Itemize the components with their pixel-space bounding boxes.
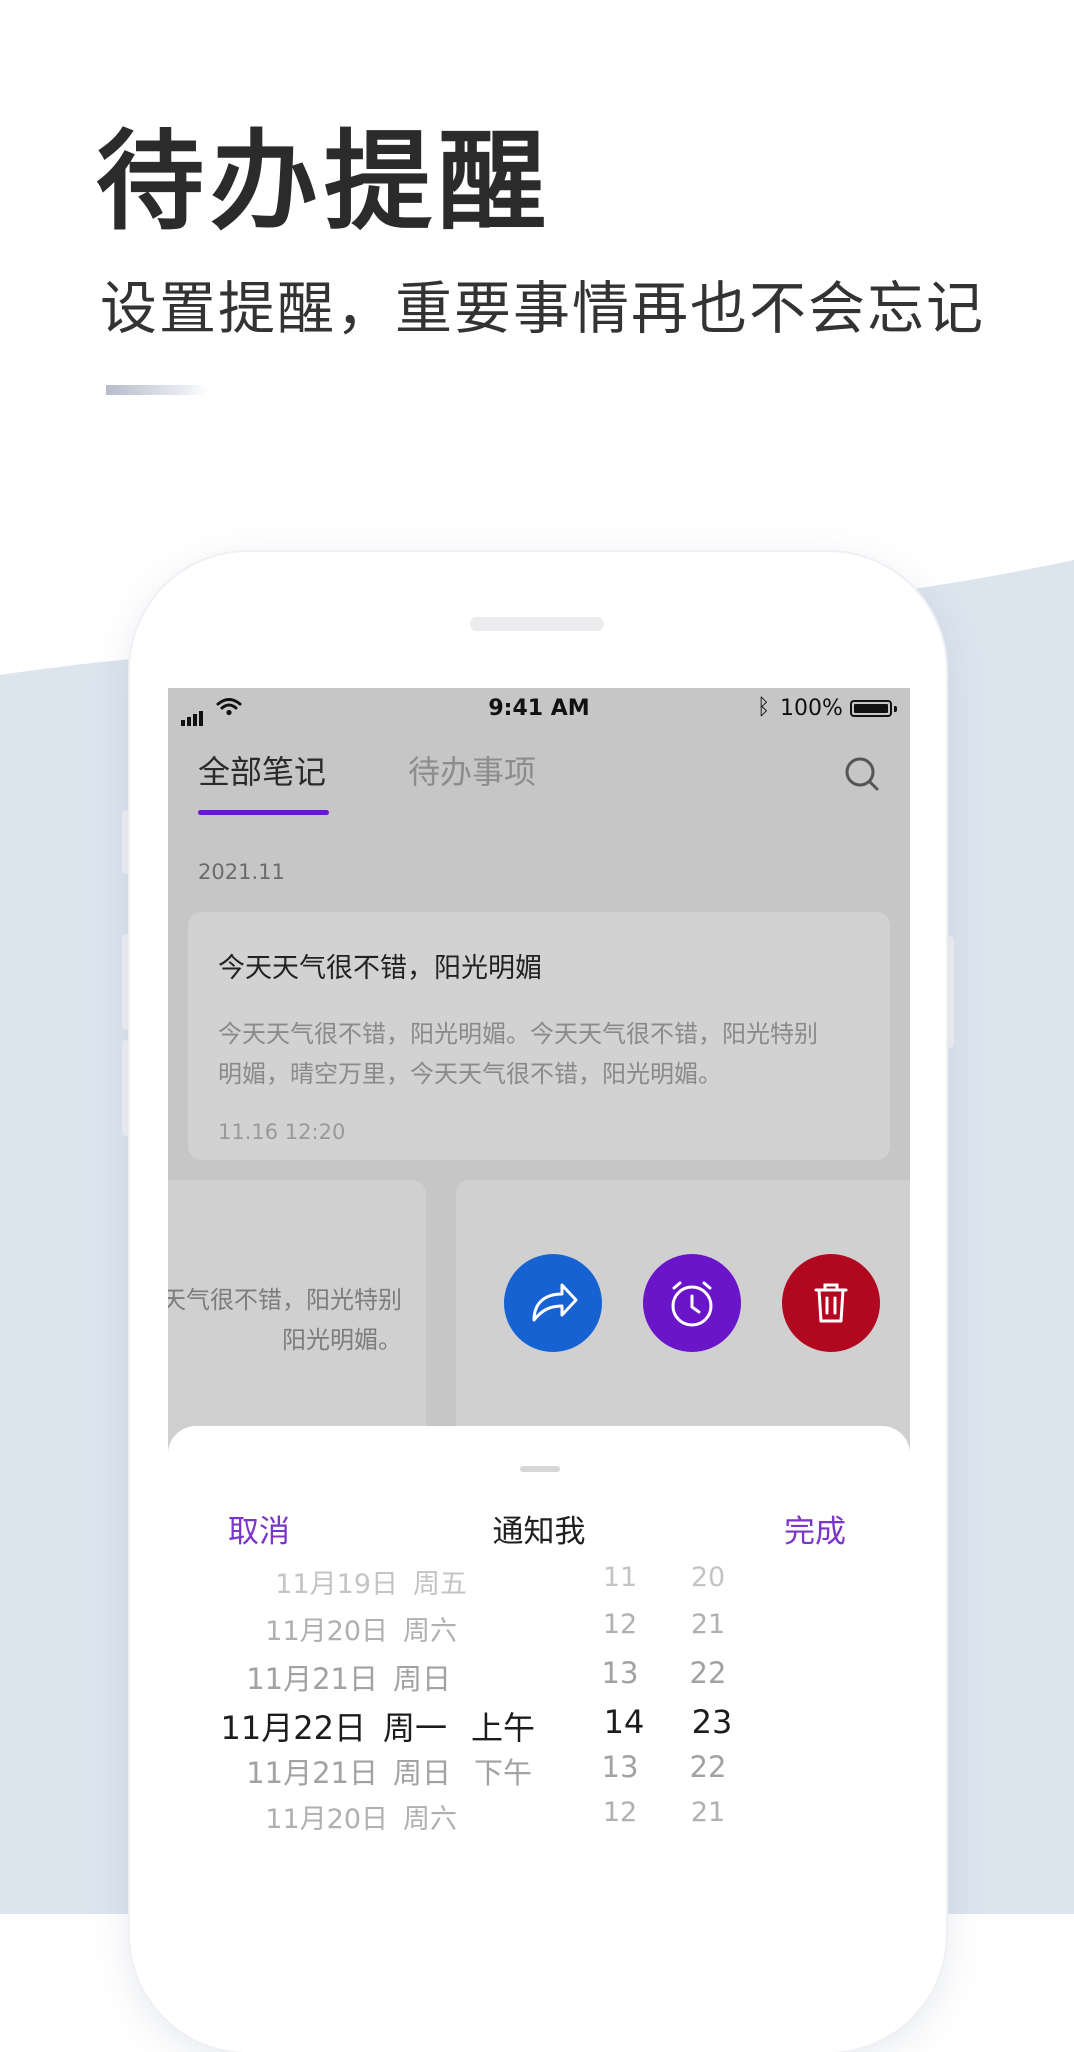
picker-row[interactable]: 11月21日 周日 13 22 [168,1656,910,1706]
share-icon [532,1283,578,1322]
status-bar: 9:41 AM ᛒ 100% [168,688,910,728]
note-body-line: 阳光明媚。 [282,1326,402,1354]
picker-date: 11月19日 [275,1569,398,1600]
picker-hour: 13 [601,1750,639,1784]
tab-all-notes[interactable]: 全部笔记 [198,750,326,794]
cancel-button[interactable]: 取消 [228,1506,290,1551]
picker-weekday: 周六 [403,1804,457,1835]
picker-minute: 21 [690,1609,726,1640]
search-icon[interactable] [842,754,882,794]
note-body: 今天天气很不错，阳光明媚。今天天气很不错，阳光特别 明媚，晴空万里，今天天气很不… [218,1014,878,1094]
picker-row[interactable]: 11月20日 周六 12 21 [168,1609,910,1659]
picker-weekday: 周六 [403,1616,457,1647]
battery-icon [850,700,892,717]
picker-row[interactable]: 11月22日 周一 上午 14 23 [168,1703,910,1753]
sheet-drag-handle[interactable] [520,1466,560,1472]
reminder-sheet: 通知我 取消 完成 11月19日 周五 11 20 11月20日 周六 12 21 11月21日… [168,1426,910,1928]
picker-minute: 22 [689,1656,727,1690]
picker-hour: 12 [602,1609,638,1640]
picker-row[interactable]: 11月19日 周五 11 20 [168,1562,910,1612]
picker-minute: 20 [690,1562,726,1593]
picker-date: 11月20日 [265,1616,388,1647]
note-body-line: 天气很不错，阳光特别 [168,1286,402,1314]
date-group-label: 2021.11 [198,860,285,884]
note-body-line: 今天天气很不错，阳光明媚。今天天气很不错，阳光特别 [218,1020,818,1048]
picker-ampm: 上午 [470,1709,535,1747]
picker-date: 11月21日 [246,1662,378,1696]
headline: 待办提醒 [96,120,553,245]
picker-row[interactable]: 11月21日 周日 下午 13 22 [168,1750,910,1800]
picker-date: 11月20日 [265,1804,388,1835]
delete-button[interactable] [782,1254,880,1352]
picker-hour: 12 [602,1797,638,1828]
accent-bar [106,385,210,395]
note-body-line: 明媚，晴空万里，今天天气很不错，阳光明媚。 [218,1060,722,1088]
picker-row[interactable]: 11月20日 周六 12 21 [168,1797,910,1847]
picker-date: 11月22日 [220,1709,366,1747]
note-card[interactable]: 今天天气很不错，阳光明媚 今天天气很不错，阳光明媚。今天天气很不错，阳光特别 明… [188,912,890,1160]
picker-weekday: 周一 [383,1709,448,1747]
picker-hour: 14 [603,1703,645,1741]
done-button[interactable]: 完成 [784,1506,846,1551]
picker-minute: 21 [690,1797,726,1828]
share-button[interactable] [504,1254,602,1352]
picker-weekday: 周五 [413,1569,467,1600]
tab-todo[interactable]: 待办事项 [408,750,536,794]
subheadline: 设置提醒，重要事情再也不会忘记 [100,276,985,342]
picker-minute: 22 [689,1750,727,1784]
picker-weekday: 周日 [393,1756,452,1790]
phone-speaker [470,617,604,631]
phone-screen: 9:41 AM ᛒ 100% 全部笔记 待办事项 2021.11 今天天气很不错… [168,688,910,1928]
note-body: 天气很不错，阳光特别 阳光明媚。 [168,1280,402,1360]
battery-nub [894,706,897,712]
battery-percentage: 100% [780,696,843,721]
active-tab-indicator [198,810,329,815]
note-title: 今天天气很不错，阳光明媚 [218,953,542,984]
picker-minute: 23 [691,1703,733,1741]
trash-icon [814,1283,848,1323]
picker-weekday: 周日 [393,1662,452,1696]
alarm-clock-icon [671,1281,713,1327]
picker-ampm: 下午 [473,1756,532,1790]
bluetooth-icon: ᛒ [757,695,771,720]
picker-hour: 11 [602,1562,638,1593]
picker-hour: 13 [601,1656,639,1690]
note-card-partial[interactable]: 天气很不错，阳光特别 阳光明媚。 [168,1180,426,1460]
note-timestamp: 11.16 12:20 [218,1120,346,1144]
picker-date: 11月21日 [246,1756,378,1790]
alarm-button[interactable] [643,1254,741,1352]
